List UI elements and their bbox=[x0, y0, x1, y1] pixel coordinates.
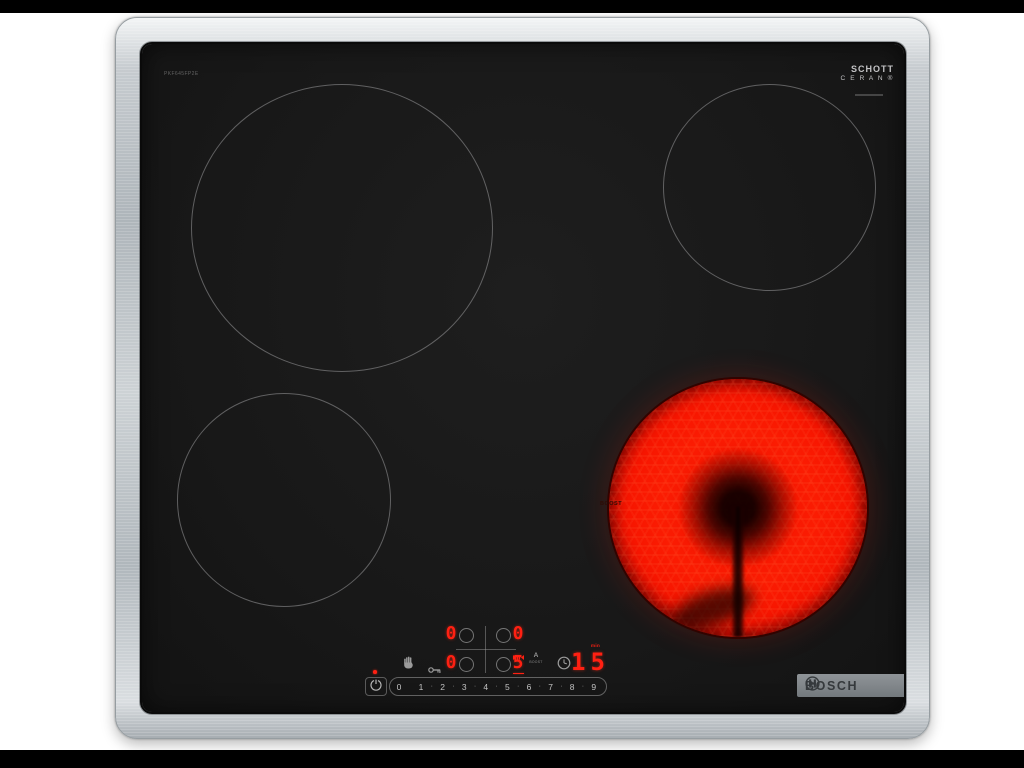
schott-ceran-line1: SCHOTT bbox=[841, 65, 894, 75]
zone-boost-marking: BOOST bbox=[600, 501, 622, 507]
power-level-8: 8 bbox=[567, 682, 577, 692]
bosch-emblem-icon bbox=[805, 676, 820, 696]
cooking-zone-rear-right bbox=[663, 84, 876, 291]
zone-select-front-right bbox=[496, 657, 511, 672]
level-dot: · bbox=[534, 683, 546, 690]
level-dot: · bbox=[512, 683, 524, 690]
power-level-slider: 0 1 · 2 · 3 · 4 · 5 · 6 · 7 · 8 · 9 bbox=[389, 677, 607, 696]
timer-display: 15 bbox=[571, 651, 610, 673]
model-number: PKF645FP2E bbox=[164, 71, 199, 77]
fine-print-text bbox=[855, 94, 883, 96]
pause-hand-icon bbox=[403, 656, 414, 674]
power-level-6: 6 bbox=[524, 682, 534, 692]
level-dot: · bbox=[491, 683, 503, 690]
ceramic-glass-surface: PKF645FP2E SCHOTT C E R A N ® bbox=[142, 44, 904, 712]
power-level-7: 7 bbox=[546, 682, 556, 692]
zone-select-rear-left bbox=[459, 628, 474, 643]
timer-clock-icon bbox=[557, 656, 571, 675]
letterbox-top bbox=[0, 0, 1024, 13]
power-level-5: 5 bbox=[502, 682, 512, 692]
power-level-9: 9 bbox=[589, 682, 599, 692]
level-dot: · bbox=[577, 683, 589, 690]
bosch-badge: BOSCH bbox=[797, 674, 904, 697]
boost-letter: A bbox=[526, 653, 546, 660]
power-level-3: 3 bbox=[459, 682, 469, 692]
status-indicator-dot bbox=[373, 670, 377, 674]
display-front-left: 0 bbox=[444, 655, 458, 671]
letterbox-bottom bbox=[0, 750, 1024, 768]
level-dot: · bbox=[556, 683, 568, 690]
selected-zone-underline bbox=[513, 673, 524, 675]
level-dot: · bbox=[426, 683, 438, 690]
cooking-zone-rear-left bbox=[191, 84, 493, 372]
boost-text: BOOST bbox=[526, 661, 546, 664]
zone-select-front-left bbox=[459, 657, 474, 672]
power-level-4: 4 bbox=[481, 682, 491, 692]
level-dot: · bbox=[469, 683, 481, 690]
product-photo: PKF645FP2E SCHOTT C E R A N ® bbox=[0, 0, 1024, 768]
power-level-1: 1 bbox=[416, 682, 426, 692]
cooking-zone-front-left bbox=[177, 393, 391, 607]
display-rear-left: 0 bbox=[444, 626, 458, 642]
power-level-2: 2 bbox=[438, 682, 448, 692]
cooktop-steel-frame: PKF645FP2E SCHOTT C E R A N ® bbox=[115, 17, 930, 739]
cooking-zone-front-right-heating bbox=[607, 377, 869, 639]
zone-map-divider-horizontal bbox=[456, 649, 516, 650]
power-button bbox=[365, 677, 387, 696]
schott-ceran-line2: C E R A N ® bbox=[841, 75, 894, 82]
heat-marker-icon bbox=[513, 647, 524, 665]
boost-function-label: A BOOST bbox=[526, 653, 546, 664]
level-dot: · bbox=[448, 683, 460, 690]
power-icon bbox=[370, 678, 382, 696]
display-rear-right: 0 bbox=[511, 626, 525, 642]
power-level-0: 0 bbox=[394, 682, 404, 692]
zone-select-rear-right bbox=[496, 628, 511, 643]
schott-ceran-logo: SCHOTT C E R A N ® bbox=[841, 65, 894, 82]
